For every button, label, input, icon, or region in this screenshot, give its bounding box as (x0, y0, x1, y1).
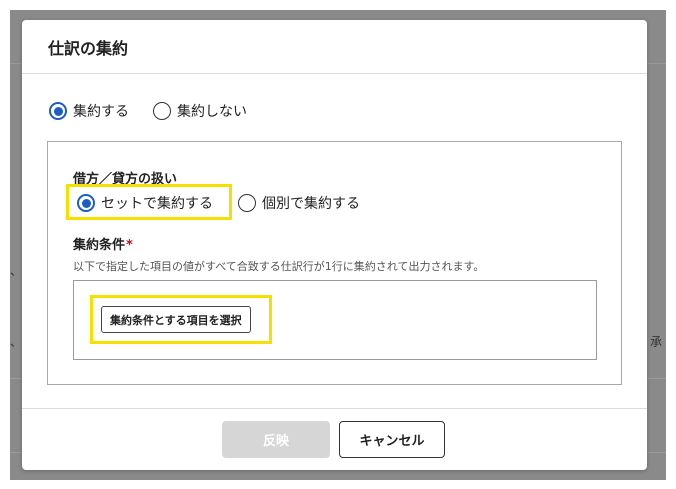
conditions-hint: 以下で指定した項目の値がすべて合致する仕訳行が1行に集約されて出力されます。 (73, 260, 485, 273)
apply-button[interactable]: 反映 (222, 421, 330, 458)
dialog-title: 仕訳の集約 (48, 38, 129, 58)
radio-unchecked-icon[interactable] (153, 102, 171, 120)
radio-individual-aggregate[interactable]: 個別で集約する (238, 193, 360, 213)
dialog-header: 仕訳の集約 (22, 20, 647, 74)
radio-aggregate-label: 集約する (73, 104, 129, 120)
select-condition-items-button[interactable]: 集約条件とする項目を選択 (101, 306, 251, 333)
radio-checked-icon[interactable] (49, 102, 67, 120)
radio-no-aggregate-label: 集約しない (177, 104, 247, 120)
dialog-footer: 反映 キャンセル (22, 408, 647, 470)
radio-no-aggregate[interactable]: 集約しない (153, 101, 247, 121)
radio-individual-aggregate-label: 個別で集約する (262, 196, 360, 212)
radio-aggregate[interactable]: 集約する (49, 101, 129, 121)
aggregation-options-panel: 借方／貸方の扱い セットで集約する 個別で集約する 集約条件* 以下で指定した項… (47, 141, 622, 385)
background-text: 、 (10, 264, 23, 278)
conditions-title-text: 集約条件 (73, 238, 126, 253)
conditions-box: 集約条件とする項目を選択 (73, 280, 597, 360)
conditions-title: 集約条件* (73, 234, 133, 253)
radio-set-aggregate[interactable]: セットで集約する (77, 193, 213, 213)
background-text: 、 (10, 335, 23, 349)
journal-aggregation-dialog: 仕訳の集約 集約する 集約しない 借方／貸方の扱い セットで集約する 個別で集約… (22, 20, 647, 470)
radio-set-aggregate-label: セットで集約する (101, 196, 213, 212)
radio-checked-icon[interactable] (77, 194, 95, 212)
cancel-button[interactable]: キャンセル (339, 421, 445, 458)
radio-unchecked-icon[interactable] (238, 194, 256, 212)
required-mark: * (126, 238, 133, 253)
background-text: 承 (650, 335, 663, 349)
